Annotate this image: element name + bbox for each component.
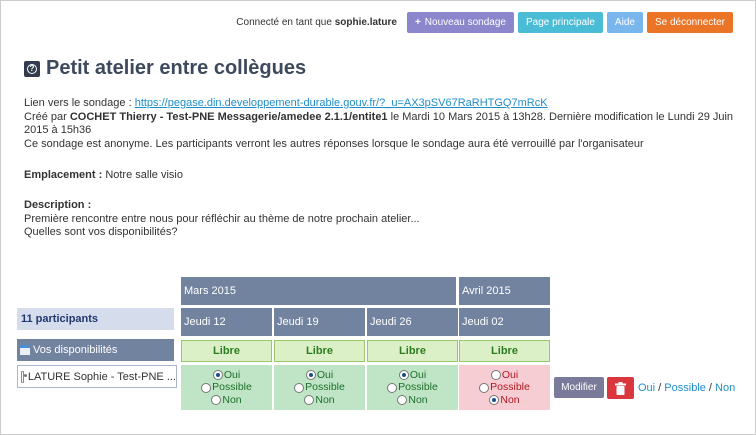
poll-icon: ? [24, 60, 40, 77]
vote-option-possible[interactable]: Possible [201, 381, 252, 394]
user-row: LATURE Sophie - Test-PNE ... [17, 365, 177, 388]
description-section: Description : Première rencontre entre n… [24, 199, 420, 240]
free-status: Libre [181, 340, 272, 362]
window-frame: Connecté en tant que sophie.lature + Nou… [0, 0, 756, 435]
top-bar: Connecté en tant que sophie.lature + Nou… [236, 11, 733, 33]
vote-option-oui[interactable]: Oui [212, 368, 241, 382]
vote-option-label: Possible [490, 381, 530, 394]
day-header: Jeudi 19 [274, 308, 365, 336]
vote-option-label: Oui [316, 368, 334, 381]
day-header: Jeudi 26 [367, 308, 458, 336]
day-header: Jeudi 12 [181, 308, 272, 336]
user-icon [21, 370, 27, 383]
radio-button[interactable] [397, 395, 408, 405]
vote-cell: Oui Possible Non [459, 365, 550, 410]
vote-option-non[interactable]: Non [211, 393, 242, 407]
trash-icon [615, 381, 626, 395]
modify-button[interactable]: Modifier [554, 377, 604, 398]
connected-as: Connecté en tant que sophie.lature [236, 17, 397, 28]
help-button[interactable]: Aide [606, 11, 643, 33]
location-value: Notre salle visio [105, 169, 183, 181]
connected-prefix: Connecté en tant que [236, 16, 332, 28]
your-availability-label: Vos disponibilités [33, 344, 118, 356]
vote-cell: Oui Possible Non [181, 365, 272, 410]
vote-option-oui[interactable]: Oui [305, 368, 334, 382]
vote-cell: Oui Possible Non [367, 365, 458, 410]
vote-option-possible[interactable]: Possible [479, 381, 530, 394]
vote-option-non[interactable]: Non [304, 393, 335, 407]
radio-button[interactable] [201, 382, 212, 393]
description-label: Description : [24, 199, 92, 211]
vote-option-label: Non [500, 393, 520, 406]
vote-option-possible[interactable]: Possible [387, 381, 438, 394]
quick-select: Oui / Possible / Non [638, 382, 736, 394]
calendar-icon [20, 345, 30, 355]
vote-option-label: Oui [501, 368, 519, 381]
day-header: Jeudi 02 [459, 308, 550, 336]
user-name: LATURE Sophie - Test-PNE ... [27, 370, 176, 383]
radio-button[interactable] [294, 382, 305, 393]
vote-option-oui[interactable]: Oui [490, 368, 519, 382]
logout-button[interactable]: Se déconnecter [646, 11, 733, 33]
location-label: Emplacement : [24, 169, 103, 181]
quick-yes-link[interactable]: Oui [638, 382, 655, 394]
radio-button[interactable] [398, 370, 409, 380]
description-line-1: Première rencontre entre nous pour réflé… [24, 212, 420, 225]
created-prefix: Créé par [24, 110, 67, 123]
radio-button[interactable] [212, 370, 223, 380]
main-page-button[interactable]: Page principale [517, 11, 603, 33]
poll-info: Lien vers le sondage : https://pegase.di… [24, 97, 744, 151]
radio-button[interactable] [479, 382, 490, 393]
vote-option-non[interactable]: Non [489, 393, 520, 407]
participants-count: 11 participants [17, 308, 174, 330]
quick-no-link[interactable]: Non [715, 382, 735, 394]
month-header-march: Mars 2015 [181, 277, 456, 305]
page-title: ? Petit atelier entre collègues [24, 57, 306, 80]
free-status: Libre [274, 340, 365, 362]
vote-option-label: Possible [305, 381, 345, 394]
creator-name: COCHET Thierry - Test-PNE Messagerie/ame… [69, 110, 388, 123]
free-status: Libre [367, 340, 458, 362]
delete-button[interactable] [607, 377, 634, 399]
location-section: Emplacement : Notre salle visio [24, 169, 183, 183]
vote-option-oui[interactable]: Oui [398, 368, 427, 382]
radio-button[interactable] [305, 370, 316, 380]
poll-title: Petit atelier entre collègues [46, 57, 307, 79]
username: sophie.lature [334, 16, 397, 28]
anonymous-note: Ce sondage est anonyme. Les participants… [24, 137, 644, 150]
your-availability-header: Vos disponibilités [17, 339, 174, 361]
vote-option-label: Non [222, 393, 242, 406]
vote-option-label: Oui [223, 368, 241, 381]
vote-option-possible[interactable]: Possible [294, 381, 345, 394]
vote-option-label: Oui [409, 368, 427, 381]
poll-link[interactable]: https://pegase.din.developpement-durable… [135, 97, 548, 109]
radio-button[interactable] [304, 395, 315, 405]
free-status: Libre [459, 340, 550, 362]
month-header-april: Avril 2015 [459, 277, 550, 305]
radio-button[interactable] [489, 395, 500, 405]
radio-button[interactable] [211, 395, 222, 405]
new-poll-button[interactable]: + Nouveau sondage [406, 11, 514, 33]
link-label: Lien vers le sondage : [24, 97, 132, 109]
new-poll-label: Nouveau sondage [424, 16, 506, 28]
plus-icon: + [414, 16, 421, 28]
vote-option-non[interactable]: Non [397, 393, 428, 407]
vote-option-label: Possible [212, 381, 252, 394]
vote-option-label: Possible [398, 381, 438, 394]
radio-button[interactable] [490, 370, 501, 380]
radio-button[interactable] [387, 382, 398, 393]
vote-option-label: Non [408, 393, 428, 406]
quick-possible-link[interactable]: Possible [664, 382, 706, 394]
vote-cell: Oui Possible Non [274, 365, 365, 410]
vote-option-label: Non [315, 393, 335, 406]
description-line-2: Quelles sont vos disponibilités? [24, 226, 178, 238]
